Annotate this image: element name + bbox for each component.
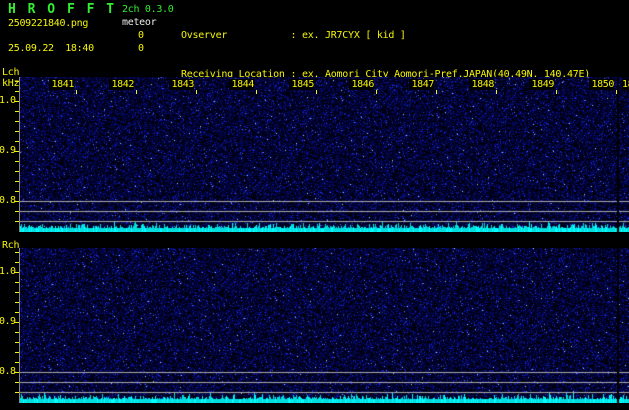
datetime-label: 25.09.22 18:40 [8, 43, 94, 54]
time-label-clipped: 18 [622, 79, 629, 90]
freq-minor-tick [15, 141, 19, 142]
freq-minor-tick [15, 392, 19, 393]
time-label: 1842 [109, 79, 134, 90]
time-tick [376, 90, 377, 94]
meteor-count-rch: 0 [138, 43, 144, 54]
channel-label-lch: Lch [2, 67, 20, 78]
freq-minor-tick [15, 81, 19, 82]
mode-label: meteor [122, 17, 157, 28]
time-label: 1847 [409, 79, 434, 90]
meteor-count-lch: 0 [138, 30, 144, 41]
freq-major-tick [14, 322, 19, 323]
freq-minor-tick [15, 111, 19, 112]
freq-axis-line [19, 77, 20, 232]
freq-major-tick [14, 272, 19, 273]
freq-major-tick [14, 151, 19, 152]
time-tick [136, 90, 137, 94]
freq-minor-tick [15, 221, 19, 222]
freq-minor-tick [15, 262, 19, 263]
freq-minor-tick [15, 362, 19, 363]
channel-label-rch: Rch [2, 240, 20, 251]
time-tick [76, 90, 77, 94]
freq-major-tick [14, 201, 19, 202]
spectrogram-panel-lch [19, 77, 629, 232]
observer-line: Ovserver : ex. JR7CYX [ kid ] [181, 30, 406, 41]
freq-axis-line [19, 248, 20, 403]
freq-minor-tick [15, 191, 19, 192]
freq-minor-tick [15, 342, 19, 343]
freq-label: 0.9 [0, 316, 16, 327]
hrofft-screen: H R O F F T 2ch 0.3.0 2509221840.png met… [0, 0, 629, 410]
freq-minor-tick [15, 352, 19, 353]
freq-label: 0.8 [0, 195, 16, 206]
time-tick [616, 90, 617, 94]
time-label: 1850 [589, 79, 614, 90]
freq-minor-tick [15, 211, 19, 212]
freq-minor-tick [15, 131, 19, 132]
time-tick [496, 90, 497, 94]
freq-minor-tick [15, 312, 19, 313]
freq-major-tick [14, 101, 19, 102]
time-label: 1848 [469, 79, 494, 90]
time-tick [196, 90, 197, 94]
freq-minor-tick [15, 121, 19, 122]
freq-label: 1.0 [0, 95, 16, 106]
time-tick [436, 90, 437, 94]
freq-minor-tick [15, 282, 19, 283]
freq-minor-tick [15, 292, 19, 293]
spectrogram-panel-rch [19, 248, 629, 403]
freq-minor-tick [15, 161, 19, 162]
time-tick [256, 90, 257, 94]
time-label: 1846 [349, 79, 374, 90]
freq-minor-tick [15, 171, 19, 172]
freq-major-tick [14, 372, 19, 373]
time-tick [556, 90, 557, 94]
freq-label: 0.9 [0, 145, 16, 156]
app-version: 2ch 0.3.0 [122, 4, 174, 15]
freq-unit-label: kHz [2, 78, 20, 89]
time-label: 1845 [289, 79, 314, 90]
time-tick [316, 90, 317, 94]
time-label: 1849 [529, 79, 554, 90]
spectrogram-canvas-rch [19, 248, 629, 403]
freq-label: 1.0 [0, 266, 16, 277]
freq-minor-tick [15, 252, 19, 253]
time-label: 1843 [169, 79, 194, 90]
freq-minor-tick [15, 181, 19, 182]
freq-minor-tick [15, 302, 19, 303]
time-label: 1844 [229, 79, 254, 90]
freq-label: 0.8 [0, 366, 16, 377]
app-title: H R O F F T [8, 2, 117, 17]
output-filename: 2509221840.png [8, 18, 89, 29]
spectrogram-canvas-lch [19, 77, 629, 232]
time-label: 1841 [49, 79, 74, 90]
freq-minor-tick [15, 382, 19, 383]
freq-minor-tick [15, 91, 19, 92]
freq-minor-tick [15, 332, 19, 333]
